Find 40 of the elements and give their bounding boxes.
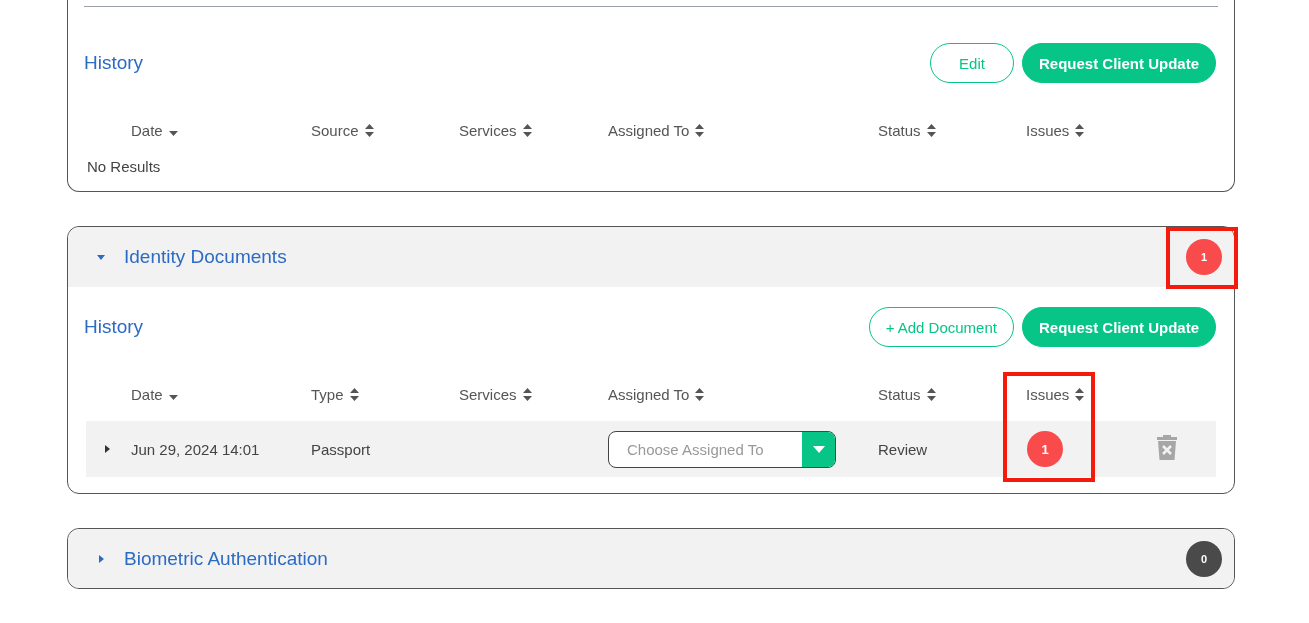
- column-header[interactable]: Services: [459, 121, 517, 139]
- column-header[interactable]: Date: [131, 385, 163, 403]
- column-header[interactable]: Assigned To: [608, 385, 690, 403]
- column-header[interactable]: Assigned To: [608, 121, 690, 139]
- section-heading: History: [84, 316, 144, 338]
- count-badge: 1: [1186, 239, 1222, 275]
- table-cell-text: Passport: [311, 440, 372, 458]
- column-header[interactable]: Issues: [1026, 385, 1070, 403]
- column-header[interactable]: Source: [311, 121, 359, 139]
- column-header[interactable]: Date: [131, 121, 163, 139]
- expand-caret-icon[interactable]: [102, 444, 112, 454]
- column-header[interactable]: Type: [311, 385, 344, 403]
- sort-icon: [349, 387, 359, 401]
- sort-icon: [1075, 387, 1085, 401]
- caret-icon[interactable]: [96, 252, 106, 262]
- column-header[interactable]: Services: [459, 385, 517, 403]
- caret-icon[interactable]: [96, 553, 106, 564]
- section-heading: History: [84, 52, 144, 74]
- count-badge: 0: [1186, 540, 1222, 577]
- sort-icon: [695, 387, 705, 401]
- sort-icon: [522, 123, 532, 137]
- caret-icon: [812, 445, 825, 453]
- empty-message: No Results: [86, 157, 162, 175]
- column-header[interactable]: Status: [878, 121, 921, 139]
- accordion-title[interactable]: Biometric Authentication: [124, 547, 1186, 570]
- sort-descending-icon: [168, 394, 178, 400]
- sort-icon: [364, 123, 374, 137]
- sort-icon: [926, 123, 936, 137]
- column-header[interactable]: Issues: [1026, 121, 1070, 139]
- sort-icon: [695, 123, 705, 137]
- table-cell-text: Jun 29, 2024 14:01: [131, 440, 261, 458]
- sort-descending-icon: [168, 130, 178, 136]
- sort-icon: [926, 387, 936, 401]
- table-cell-text: Review: [878, 440, 929, 458]
- accordion-title[interactable]: Identity Documents: [124, 246, 1186, 268]
- sort-icon: [522, 387, 532, 401]
- column-header[interactable]: Status: [878, 385, 921, 403]
- issue-count: 1: [1027, 431, 1063, 467]
- accordion-header[interactable]: Biometric Authentication 0: [68, 529, 1234, 588]
- sort-icon: [1075, 123, 1085, 137]
